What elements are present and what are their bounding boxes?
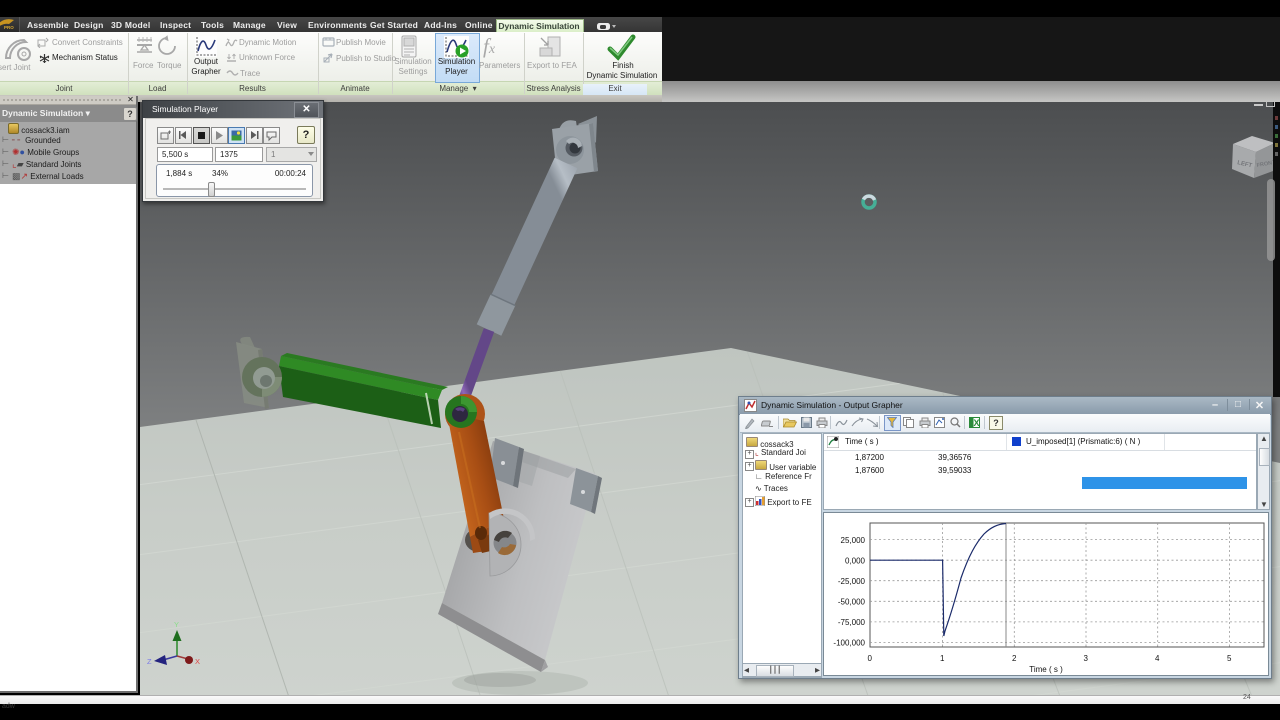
svg-text:0,000: 0,000	[845, 557, 866, 566]
svg-text:PRO: PRO	[4, 25, 14, 30]
svg-text:3: 3	[1084, 654, 1089, 663]
svg-text:Time ( s ): Time ( s )	[1029, 665, 1063, 674]
svg-text:1: 1	[940, 654, 945, 663]
svg-text:Y: Y	[174, 620, 179, 629]
svg-text:0: 0	[868, 654, 873, 663]
svg-text:-100,000: -100,000	[833, 639, 865, 648]
svg-text:-25,000: -25,000	[838, 577, 866, 586]
svg-text:25,000: 25,000	[841, 536, 866, 545]
svg-text:-50,000: -50,000	[838, 598, 866, 607]
svg-text:Z: Z	[147, 657, 152, 666]
svg-text:4: 4	[1155, 654, 1160, 663]
svg-text:5: 5	[1227, 654, 1232, 663]
svg-text:X: X	[195, 657, 200, 666]
svg-text:-75,000: -75,000	[838, 618, 866, 627]
svg-text:X: X	[974, 418, 980, 428]
svg-text:2: 2	[1012, 654, 1017, 663]
